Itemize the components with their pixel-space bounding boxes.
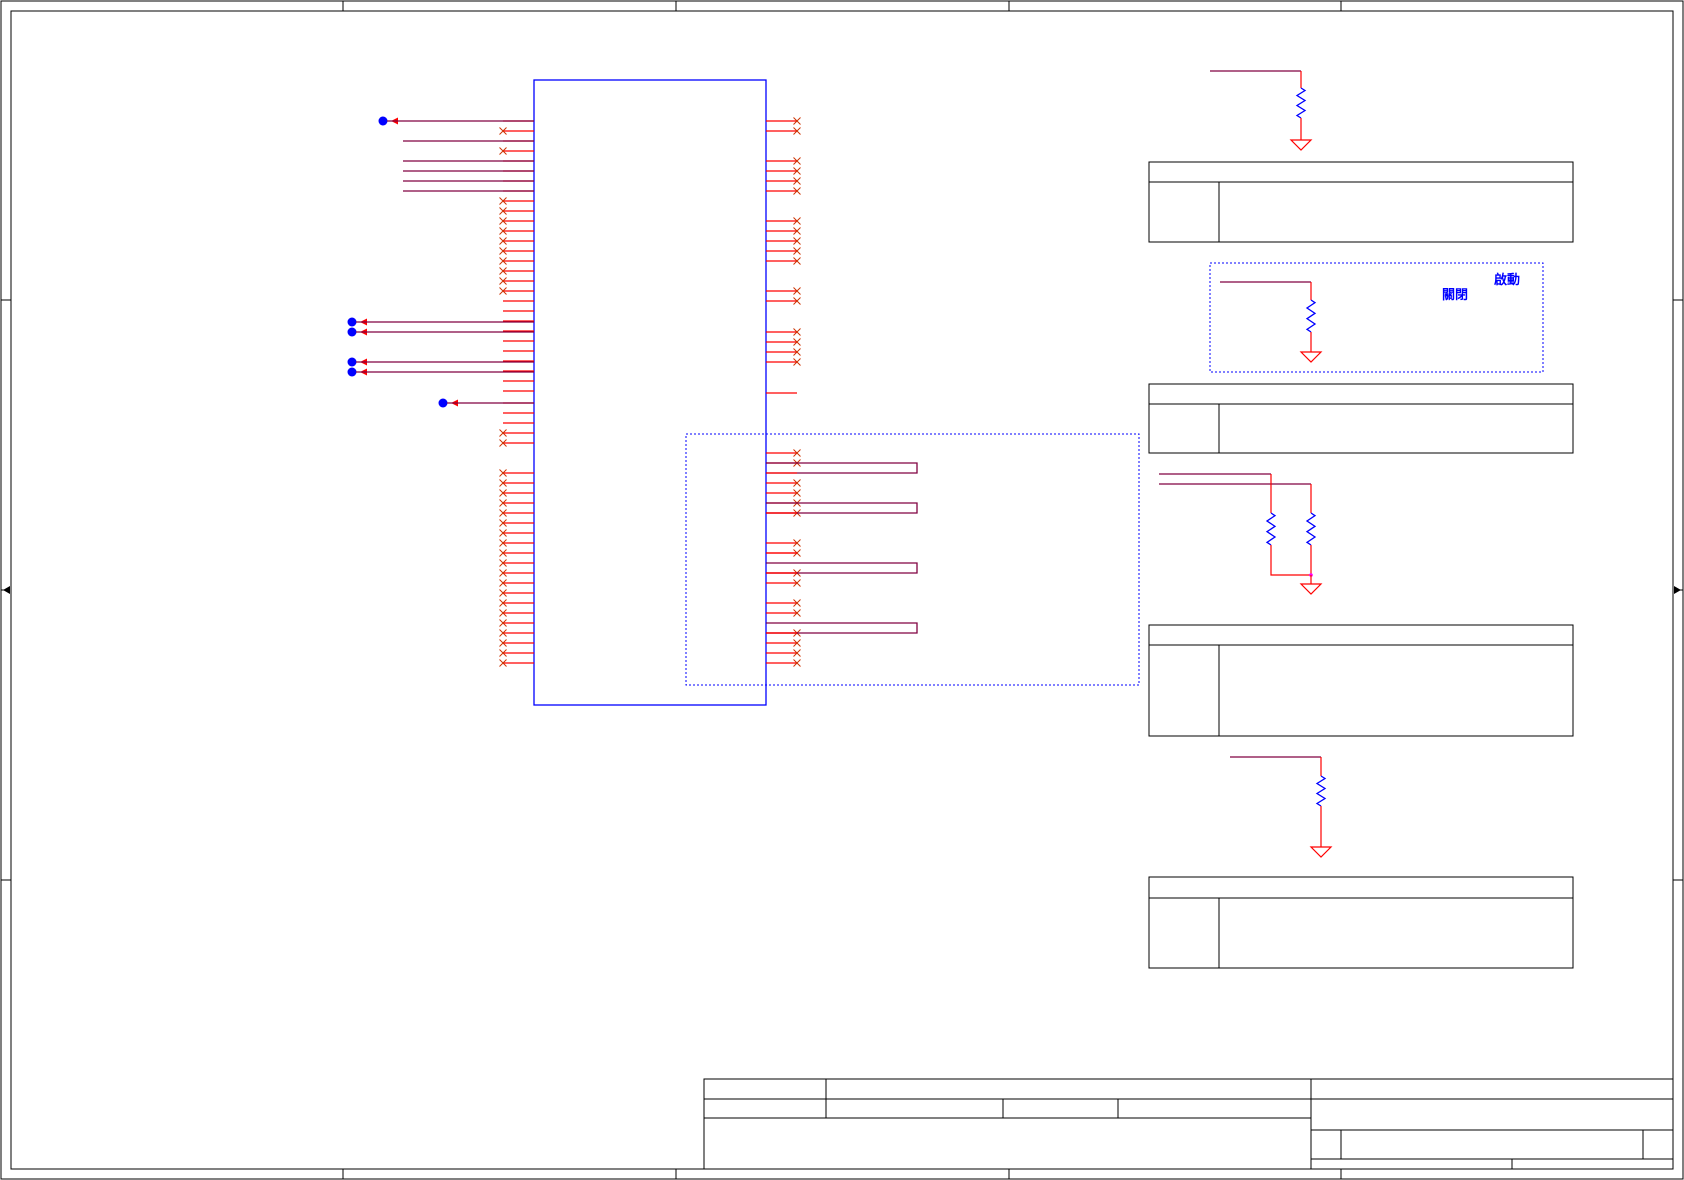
power-port-icon (347, 317, 357, 327)
config-table-3 (1148, 624, 1574, 737)
config-table-4 (1148, 876, 1574, 969)
power-port-icon (438, 398, 448, 408)
resistor-icon (1295, 87, 1307, 119)
resistor-icon (1305, 512, 1317, 546)
dashed-group-main (685, 433, 1140, 686)
jumper-off-note: 關閉 (1442, 288, 1469, 303)
net-loop (766, 622, 918, 634)
power-port-icon (347, 367, 357, 377)
ground-icon (1299, 583, 1323, 595)
ground-icon (1289, 139, 1313, 151)
sheet-frame (0, 0, 1684, 1180)
config-table-1 (1148, 161, 1574, 243)
schematic-sheet (0, 0, 1684, 1180)
ground-icon (1299, 351, 1323, 363)
jumper-on-note: 啟動 (1494, 273, 1521, 288)
power-ports (347, 116, 534, 408)
ic-component[interactable] (533, 79, 767, 706)
power-port-icon (378, 116, 388, 126)
left-pins (403, 120, 534, 667)
outer-border (0, 0, 1684, 1180)
dashed-regions (685, 262, 1544, 686)
ground-icon (1309, 846, 1333, 858)
resistor-icon (1315, 775, 1327, 807)
net-loop (766, 462, 918, 474)
power-port-icon (347, 357, 357, 367)
title-block (703, 1078, 1674, 1170)
config-table-2 (1148, 383, 1574, 454)
net-loop (766, 502, 918, 514)
net-loop (766, 562, 918, 574)
wire (1270, 545, 1312, 576)
title-block-box (703, 1078, 1674, 1170)
right-pins (766, 117, 918, 667)
resistor-icon (1265, 512, 1277, 546)
power-port-icon (347, 327, 357, 337)
resistor-icon (1305, 299, 1317, 333)
inner-border (10, 10, 1674, 1170)
config-section (1148, 70, 1574, 969)
ic-body (533, 79, 767, 706)
